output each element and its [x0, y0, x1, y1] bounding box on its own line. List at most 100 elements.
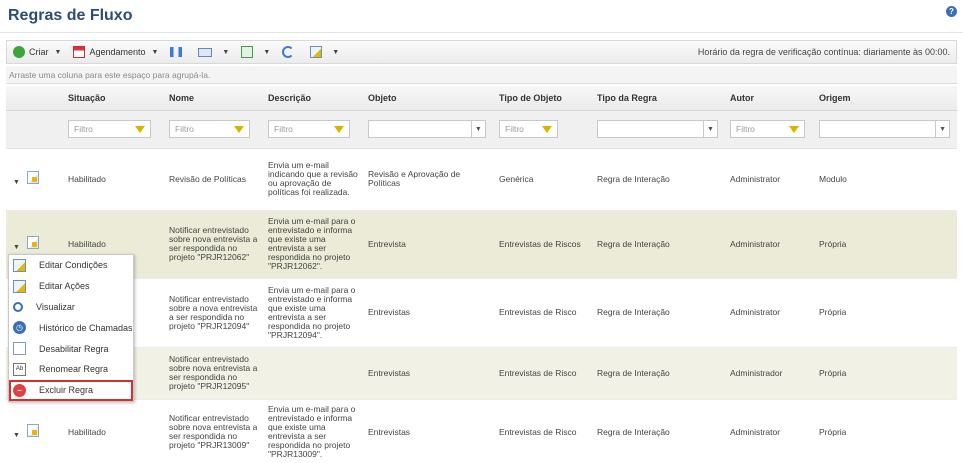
- objeto-filter-select[interactable]: ▼: [368, 120, 486, 138]
- filter-icon[interactable]: [789, 125, 800, 133]
- refresh-button[interactable]: [276, 42, 304, 62]
- autor-filter-input[interactable]: Filtro: [730, 120, 806, 138]
- cell-autor: Administrador: [723, 347, 812, 400]
- disable-icon: [13, 342, 26, 356]
- create-label: Criar: [29, 47, 49, 57]
- cell-origem: Modulo: [812, 148, 957, 211]
- table-row[interactable]: ▼ Habilitado Notificar entrevistado sobr…: [6, 399, 957, 463]
- tipo-regra-filter-select[interactable]: ▼: [597, 120, 718, 138]
- cell-autor: Administrator: [723, 148, 812, 211]
- menu-item-label: Excluir Regra: [39, 385, 94, 396]
- filter-icon[interactable]: [233, 125, 244, 133]
- cell-autor: Administrator: [723, 278, 812, 348]
- row-menu-caret-icon[interactable]: ▼: [13, 244, 20, 251]
- cell-origem: Própria: [812, 399, 957, 463]
- check-time-text: Horário da regra de verificação contínua…: [697, 47, 950, 57]
- column-header-tipo-regra[interactable]: Tipo da Regra: [590, 86, 723, 111]
- cell-nome: Notificar entrevistado sobre a nova entr…: [162, 278, 261, 348]
- row-menu-caret-icon[interactable]: ▼: [13, 432, 20, 439]
- column-header-descricao[interactable]: Descrição: [261, 86, 361, 111]
- cell-tipo-objeto: Entrevistas de Risco: [492, 347, 590, 400]
- row-context-menu: Editar Condições Editar Ações Visualizar…: [8, 254, 134, 402]
- cell-descricao: Envia um e-mail para o entrevistado e in…: [261, 278, 361, 348]
- cell-tipo-regra: Regra de Interação: [590, 347, 723, 400]
- filter-icon[interactable]: [333, 125, 344, 133]
- cell-objeto: Revisão e Aprovação de Políticas: [361, 148, 492, 211]
- cell-objeto: Entrevistas: [361, 278, 492, 348]
- nome-filter-input[interactable]: Filtro: [169, 120, 250, 138]
- column-header-nome[interactable]: Nome: [162, 86, 261, 111]
- menu-item-edit-actions[interactable]: Editar Ações: [9, 276, 133, 297]
- group-drop-area[interactable]: Arraste uma coluna para este espaço para…: [6, 66, 957, 84]
- menu-item-label: Editar Condições: [39, 260, 108, 271]
- column-header-objeto[interactable]: Objeto: [361, 86, 492, 111]
- export-button[interactable]: ▼: [235, 42, 276, 62]
- menu-item-view[interactable]: Visualizar: [9, 297, 133, 318]
- rule-edit-icon[interactable]: [27, 424, 40, 437]
- rule-edit-icon[interactable]: [27, 236, 40, 249]
- chevron-down-icon: ▼: [332, 48, 340, 56]
- menu-item-disable[interactable]: Desabilitar Regra: [9, 338, 133, 359]
- chevron-down-icon: ▼: [222, 48, 230, 56]
- cell-nome: Notificar entrevistado sobre nova entrev…: [162, 399, 261, 463]
- menu-item-label: Desabilitar Regra: [39, 343, 109, 354]
- menu-item-label: Histórico de Chamadas: [39, 322, 133, 333]
- workflow-icon: [170, 47, 183, 57]
- table-row[interactable]: Notificar entrevistado sobre nova entrev…: [6, 347, 957, 400]
- schedule-button[interactable]: Agendamento ▼: [67, 42, 164, 62]
- cell-objeto: Entrevista: [361, 210, 492, 279]
- add-icon: [13, 46, 25, 58]
- situacao-filter-input[interactable]: Filtro: [68, 120, 151, 138]
- chevron-down-icon[interactable]: ▼: [702, 121, 717, 137]
- header-row: Situação Nome Descrição Objeto Tipo de O…: [6, 86, 957, 111]
- cell-descricao: Envia um e-mail para o entrevistado e in…: [261, 210, 361, 279]
- chevron-down-icon: ▼: [263, 48, 271, 56]
- row-menu-caret-icon[interactable]: ▼: [13, 179, 20, 186]
- help-icon[interactable]: ?: [946, 6, 957, 17]
- cell-tipo-regra: Regra de Interação: [590, 148, 723, 211]
- column-header-autor[interactable]: Autor: [723, 86, 812, 111]
- page-title: Regras de Fluxo: [8, 7, 133, 24]
- cell-autor: Administrator: [723, 399, 812, 463]
- filter-icon[interactable]: [542, 125, 553, 133]
- cell-objeto: Entrevistas: [361, 399, 492, 463]
- cell-tipo-objeto: Entrevistas de Risco: [492, 399, 590, 463]
- cell-descricao: [261, 347, 361, 400]
- menu-item-history[interactable]: ◷ Histórico de Chamadas: [9, 317, 133, 338]
- cell-tipo-regra: Regra de Interação: [590, 278, 723, 348]
- rule-edit-icon[interactable]: [27, 171, 40, 184]
- cell-nome: Notificar entrevistado sobre nova entrev…: [162, 210, 261, 279]
- column-header-origem[interactable]: Origem: [812, 86, 957, 111]
- history-icon: ◷: [13, 321, 26, 335]
- columns-button[interactable]: ▼: [192, 42, 235, 62]
- create-button[interactable]: Criar ▼: [7, 42, 67, 62]
- menu-item-label: Renomear Regra: [39, 364, 109, 375]
- refresh-icon: [282, 46, 295, 58]
- column-header-situacao[interactable]: Situação: [61, 86, 162, 111]
- cell-tipo-regra: Regra de Interação: [590, 210, 723, 279]
- edit-button[interactable]: ▼: [304, 42, 345, 62]
- filter-icon[interactable]: [134, 125, 145, 133]
- cell-tipo-objeto: Entrevistas de Riscos: [492, 210, 590, 279]
- cell-origem: Própria: [812, 347, 957, 400]
- cell-tipo-regra: Regra de Interação: [590, 399, 723, 463]
- origem-filter-select[interactable]: ▼: [819, 120, 951, 138]
- column-header-tipo-objeto[interactable]: Tipo de Objeto: [492, 86, 590, 111]
- menu-item-delete[interactable]: − Excluir Regra: [9, 379, 133, 401]
- chevron-down-icon: ▼: [54, 48, 62, 56]
- workflow-button[interactable]: [164, 42, 192, 62]
- chevron-down-icon[interactable]: ▼: [935, 121, 949, 137]
- rules-grid: Situação Nome Descrição Objeto Tipo de O…: [6, 86, 957, 463]
- table-row[interactable]: ▼ Habilitado Notificar entrevistado sobr…: [6, 210, 957, 279]
- descricao-filter-input[interactable]: Filtro: [268, 120, 350, 138]
- menu-item-label: Editar Ações: [39, 281, 90, 292]
- cell-situacao: Habilitado: [61, 399, 162, 463]
- cell-situacao: Habilitado: [61, 148, 162, 211]
- chevron-down-icon[interactable]: ▼: [470, 121, 485, 137]
- cell-objeto: Entrevistas: [361, 347, 492, 400]
- menu-item-rename[interactable]: Ab Renomear Regra: [9, 359, 133, 380]
- table-row[interactable]: Notificar entrevistado sobre a nova entr…: [6, 278, 957, 348]
- table-row[interactable]: ▼ Habilitado Revisão de Políticas Envia …: [6, 148, 957, 211]
- tipo-objeto-filter-input[interactable]: Filtro: [499, 120, 559, 138]
- menu-item-edit-conditions[interactable]: Editar Condições: [9, 255, 133, 276]
